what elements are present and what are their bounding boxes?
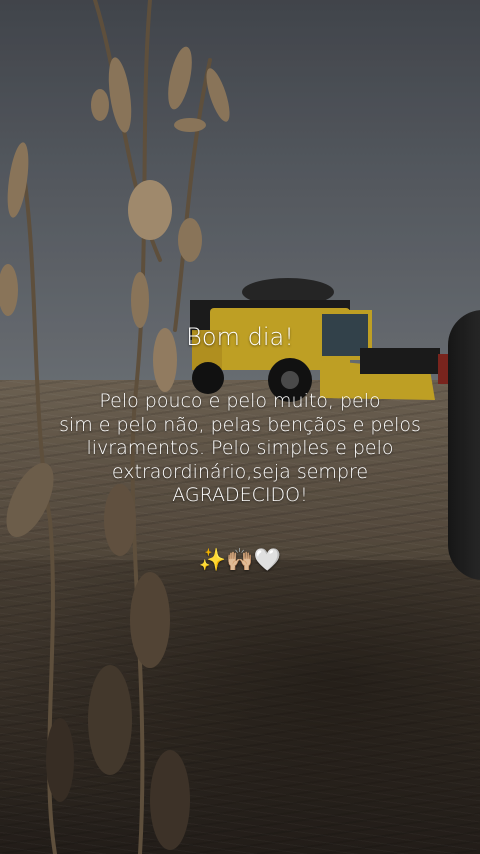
background-photo: Bom dia! Pelo pouco e pelo muito, pelo s…: [0, 0, 480, 854]
gratitude-message: Pelo pouco e pelo muito, pelo sim e pelo…: [59, 390, 421, 506]
greeting-title: Bom dia!: [186, 323, 294, 351]
caption-block: Bom dia! Pelo pouco e pelo muito, pelo s…: [30, 318, 450, 576]
emoji-row: ✨🙌🏼🤍: [198, 547, 282, 573]
